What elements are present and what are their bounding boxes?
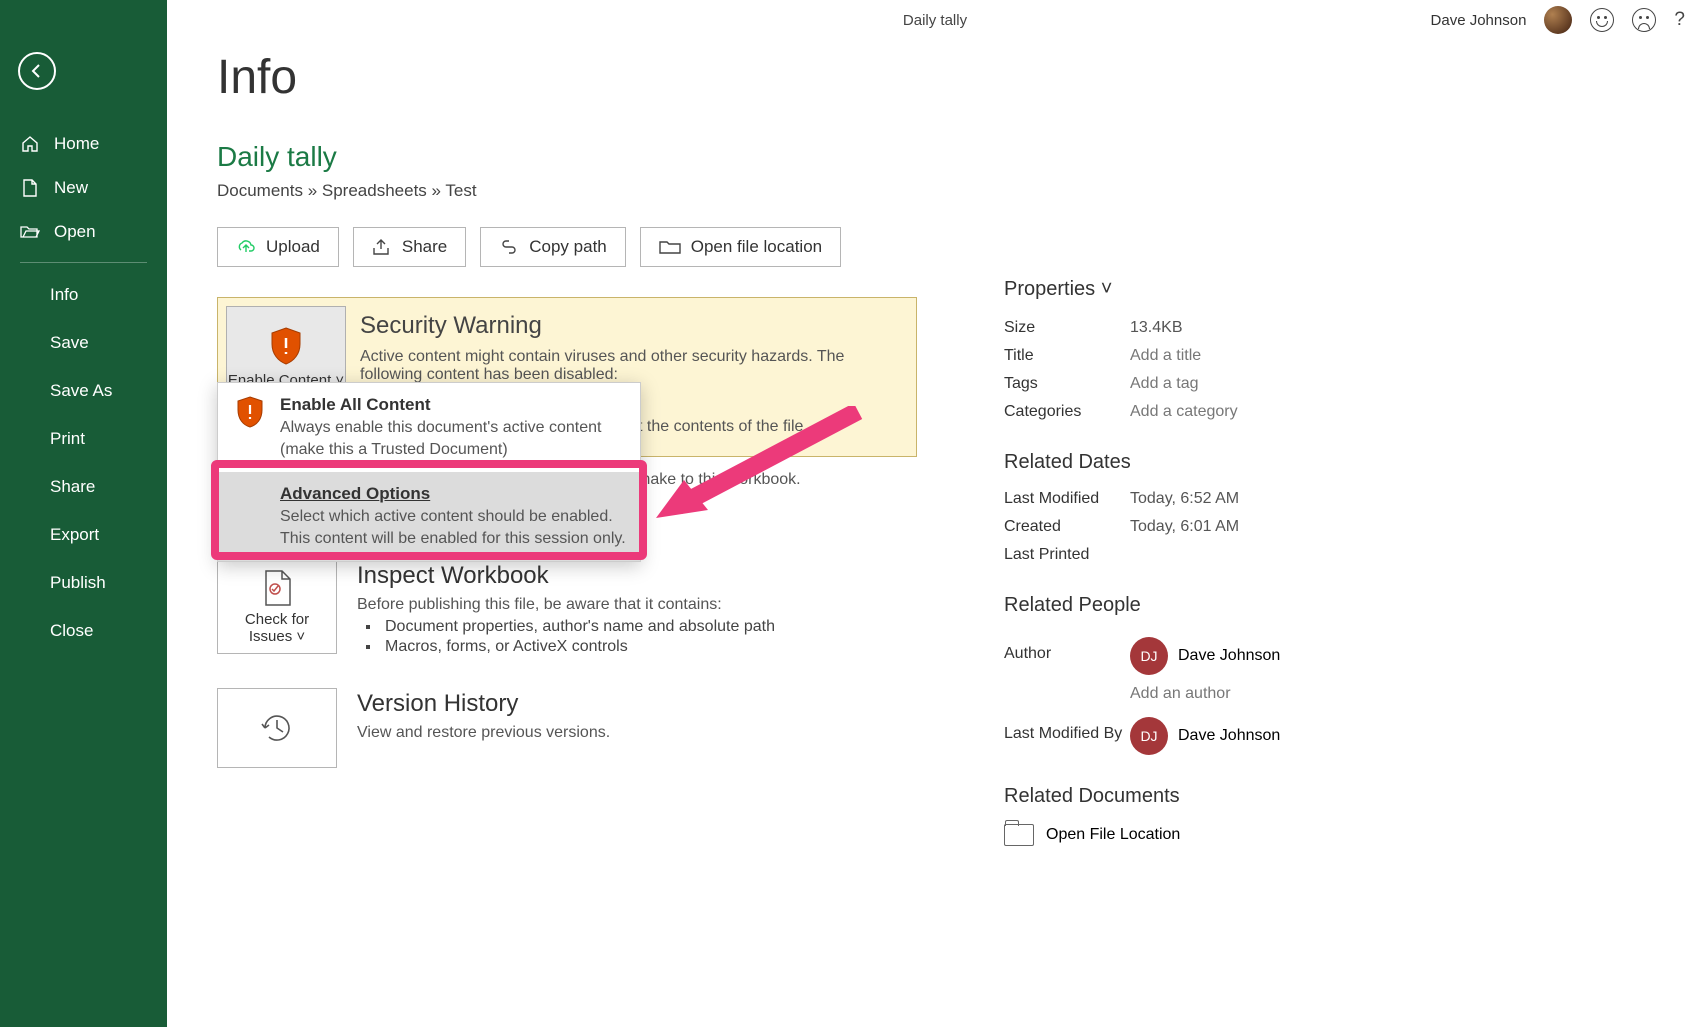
action-bar: Upload Share Copy path Open file locatio…: [217, 227, 1703, 267]
prop-categories-label: Categories: [1004, 403, 1130, 421]
feedback-happy-icon[interactable]: [1590, 8, 1614, 32]
version-history-button[interactable]: [217, 688, 337, 768]
nav-share[interactable]: Share: [0, 463, 167, 511]
warning-text: Active content might contain viruses and…: [360, 348, 896, 384]
page-title: Info: [217, 50, 1703, 105]
back-button[interactable]: [18, 52, 56, 90]
prop-author-label: Author: [1004, 645, 1130, 663]
breadcrumb: Documents » Spreadsheets » Test: [217, 181, 1703, 201]
shield-icon: [268, 326, 304, 366]
upload-button[interactable]: Upload: [217, 227, 339, 267]
nav-close[interactable]: Close: [0, 607, 167, 655]
enable-all-content-option[interactable]: Enable All Content Always enable this do…: [218, 383, 640, 472]
folder-icon: [659, 239, 681, 255]
share-label: Share: [402, 237, 447, 257]
shield-icon: [235, 395, 265, 429]
inspect-item-2: Macros, forms, or ActiveX controls: [381, 638, 917, 656]
user-avatar-icon[interactable]: [1544, 6, 1572, 34]
nav-separator: [20, 262, 147, 263]
prop-size-value: 13.4KB: [1130, 319, 1182, 337]
prop-title-value[interactable]: Add a title: [1130, 347, 1201, 365]
check-issues-label-2: Issues ˅: [249, 628, 305, 645]
enable-content-menu: Enable All Content Always enable this do…: [217, 382, 641, 562]
modified-by-person[interactable]: DJ Dave Johnson: [1130, 717, 1280, 755]
add-author-link[interactable]: Add an author: [1130, 685, 1231, 703]
nav-info[interactable]: Info: [0, 271, 167, 319]
prop-modified-label: Last Modified: [1004, 490, 1130, 508]
folder-icon: [1004, 824, 1034, 846]
enable-all-title: Enable All Content: [280, 395, 626, 415]
related-documents-header: Related Documents: [1004, 785, 1344, 808]
nav-print[interactable]: Print: [0, 415, 167, 463]
nav-new[interactable]: New: [0, 166, 167, 210]
advanced-options-desc-1: Select which active content should be en…: [280, 506, 626, 528]
prop-size-label: Size: [1004, 319, 1130, 337]
folder-open-icon: [20, 222, 40, 242]
open-file-location-link[interactable]: Open File Location: [1046, 826, 1180, 844]
advanced-options-option[interactable]: Advanced Options Select which active con…: [218, 472, 640, 561]
nav-home-label: Home: [54, 134, 99, 154]
nav-open[interactable]: Open: [0, 210, 167, 254]
nav-open-label: Open: [54, 222, 96, 242]
cloud-upload-icon: [236, 239, 256, 255]
nav-save-as[interactable]: Save As: [0, 367, 167, 415]
warning-title: Security Warning: [360, 312, 896, 340]
nav-publish[interactable]: Publish: [0, 559, 167, 607]
advanced-options-desc-2: This content will be enabled for this se…: [280, 528, 626, 550]
link-icon: [499, 239, 519, 255]
check-issues-label-1: Check for: [245, 611, 309, 628]
prop-modified-value: Today, 6:52 AM: [1130, 490, 1239, 508]
enable-all-desc-2: (make this a Trusted Document): [280, 439, 626, 461]
document-title: Daily tally: [903, 12, 967, 29]
share-button[interactable]: Share: [353, 227, 466, 267]
check-issues-button[interactable]: Check for Issues ˅: [217, 560, 337, 654]
author-person[interactable]: DJ Dave Johnson: [1130, 637, 1280, 675]
open-location-button[interactable]: Open file location: [640, 227, 841, 267]
prop-modified-by-label: Last Modified By: [1004, 725, 1130, 743]
prop-categories-value[interactable]: Add a category: [1130, 403, 1238, 421]
title-bar: Daily tally Dave Johnson ?: [167, 0, 1703, 40]
home-icon: [20, 134, 40, 154]
prop-title-label: Title: [1004, 347, 1130, 365]
document-check-icon: [260, 569, 294, 607]
nav-home[interactable]: Home: [0, 122, 167, 166]
version-title: Version History: [357, 690, 917, 718]
upload-label: Upload: [266, 237, 320, 257]
file-name: Daily tally: [217, 141, 1703, 173]
history-icon: [259, 710, 295, 746]
open-location-label: Open file location: [691, 237, 822, 257]
properties-panel: Properties ˅ Size13.4KB TitleAdd a title…: [1004, 278, 1344, 856]
nav-export[interactable]: Export: [0, 511, 167, 559]
copy-path-label: Copy path: [529, 237, 607, 257]
warning-trust-fragment: st the contents of the file.: [630, 418, 896, 436]
enable-all-desc-1: Always enable this document's active con…: [280, 417, 626, 439]
prop-printed-label: Last Printed: [1004, 546, 1130, 564]
feedback-sad-icon[interactable]: [1632, 8, 1656, 32]
nav-new-label: New: [54, 178, 88, 198]
modified-by-name: Dave Johnson: [1178, 727, 1280, 745]
inspect-lead: Before publishing this file, be aware th…: [357, 596, 917, 614]
avatar-badge-icon: DJ: [1130, 717, 1168, 755]
help-button[interactable]: ?: [1674, 9, 1685, 31]
prop-created-label: Created: [1004, 518, 1130, 536]
share-icon: [372, 238, 392, 256]
copy-path-button[interactable]: Copy path: [480, 227, 626, 267]
backstage-sidebar: Home New Open Info Save Save As Print Sh…: [0, 0, 167, 1027]
properties-header[interactable]: Properties ˅: [1004, 278, 1344, 301]
inspect-title: Inspect Workbook: [357, 562, 917, 590]
prop-tags-value[interactable]: Add a tag: [1130, 375, 1199, 393]
prop-tags-label: Tags: [1004, 375, 1130, 393]
advanced-options-title: Advanced Options: [280, 484, 626, 504]
related-people-header: Related People: [1004, 594, 1344, 617]
version-lead: View and restore previous versions.: [357, 724, 917, 742]
document-icon: [20, 178, 40, 198]
avatar-badge-icon: DJ: [1130, 637, 1168, 675]
author-name: Dave Johnson: [1178, 647, 1280, 665]
protect-text-fragment: make to this workbook.: [637, 457, 801, 489]
related-dates-header: Related Dates: [1004, 451, 1344, 474]
user-name[interactable]: Dave Johnson: [1431, 12, 1527, 29]
inspect-item-1: Document properties, author's name and a…: [381, 618, 917, 636]
nav-save[interactable]: Save: [0, 319, 167, 367]
prop-created-value: Today, 6:01 AM: [1130, 518, 1239, 536]
